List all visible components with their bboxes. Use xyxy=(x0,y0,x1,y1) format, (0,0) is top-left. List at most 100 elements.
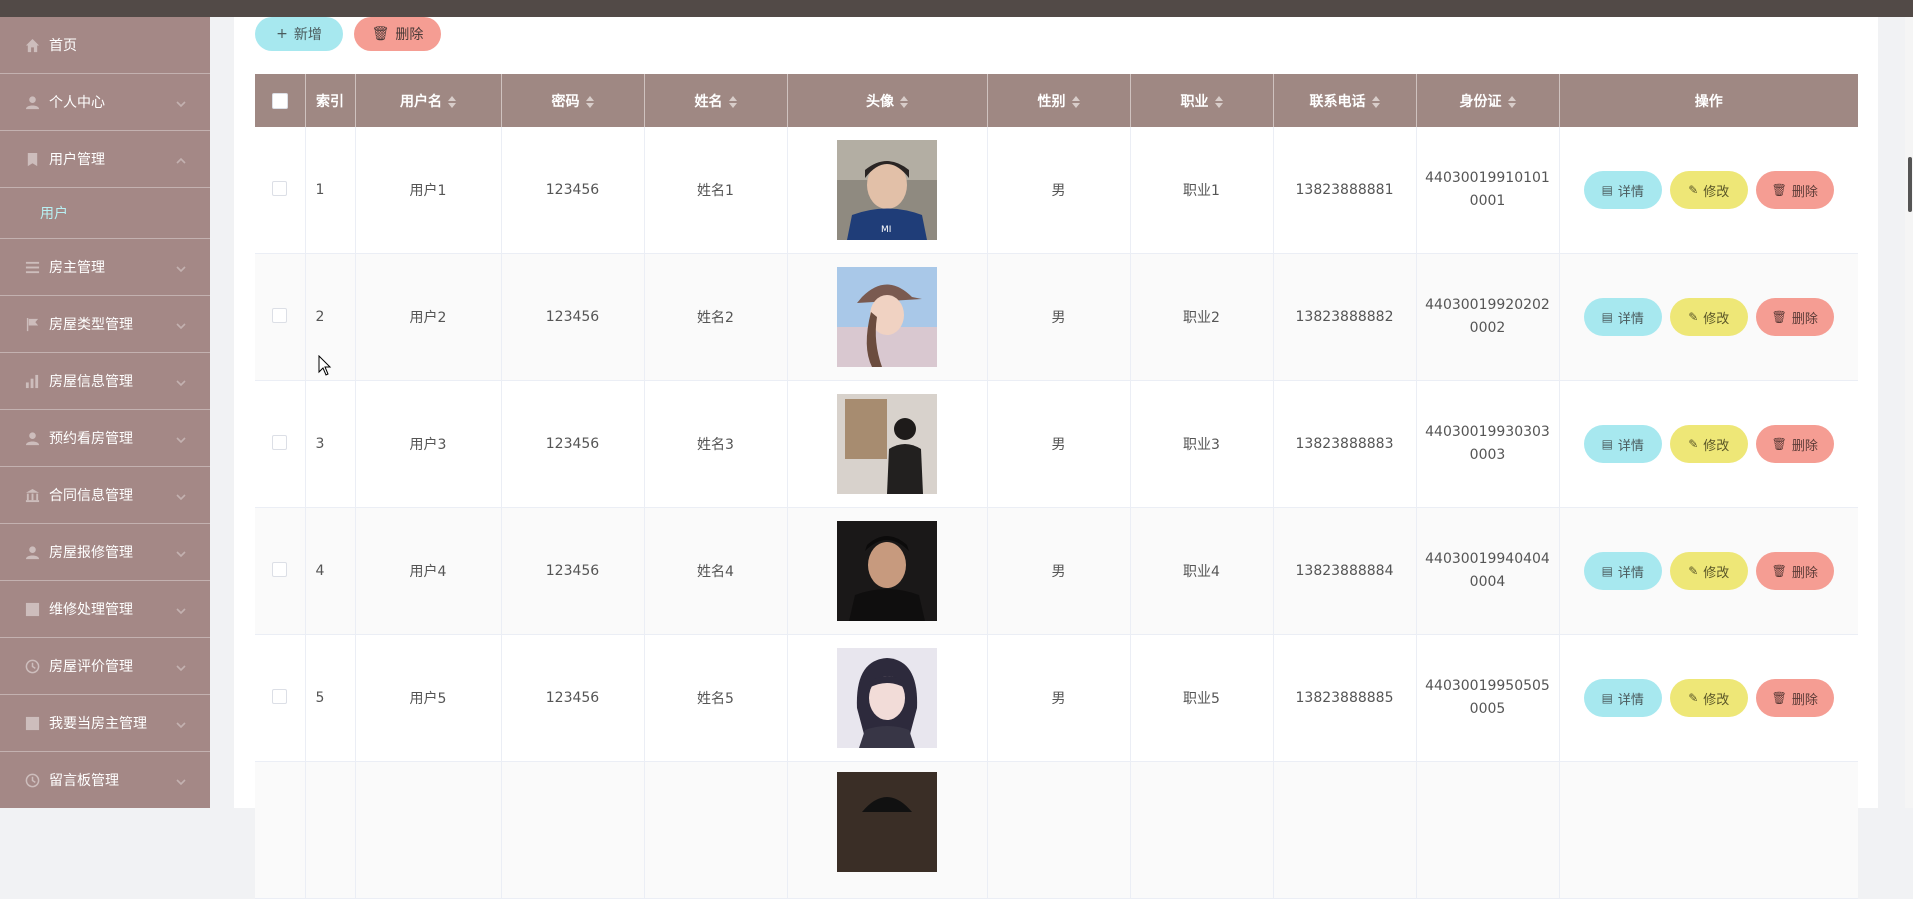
add-button-label: 新增 xyxy=(293,27,322,43)
delete-button[interactable]: 🗑 删除 xyxy=(1755,679,1834,717)
delete-button[interactable]: 🗑 删除 xyxy=(1755,552,1834,590)
edit-button[interactable]: ✎ 修改 xyxy=(1669,171,1748,209)
edit-button[interactable]: ✎ 修改 xyxy=(1669,425,1748,463)
detail-button[interactable]: ▤ 详情 xyxy=(1583,552,1662,590)
delete-button[interactable]: 🗑 删除 xyxy=(1755,298,1834,336)
user-icon xyxy=(24,94,40,110)
chevron-down-icon xyxy=(176,319,186,330)
list-icon xyxy=(24,259,40,275)
sort-icon[interactable] xyxy=(1214,95,1223,108)
sidebar-item-label: 留言板管理 xyxy=(49,773,119,789)
avatar[interactable] xyxy=(837,772,937,872)
sidebar-item-user-management[interactable]: 用户管理 xyxy=(0,131,210,188)
sort-icon[interactable] xyxy=(728,95,737,108)
sort-icon[interactable] xyxy=(900,95,908,108)
column-header-phone[interactable]: 联系电话 xyxy=(1273,74,1417,127)
sidebar-item-label: 个人中心 xyxy=(49,95,105,111)
chevron-up-icon xyxy=(176,154,186,164)
pencil-icon: ✎ xyxy=(1688,691,1699,705)
document-icon: ▤ xyxy=(1601,183,1613,197)
sidebar-item-profile[interactable]: 个人中心 xyxy=(0,74,210,131)
delete-button[interactable]: 🗑 删除 xyxy=(1755,171,1834,209)
avatar[interactable] xyxy=(837,267,937,367)
cell-name: 姓名4 xyxy=(644,507,788,635)
sort-icon[interactable] xyxy=(1371,95,1380,108)
cell-avatar: MI xyxy=(787,127,988,254)
sidebar-item-viewing-appointment-management[interactable]: 预约看房管理 xyxy=(0,410,210,467)
header-label: 职业 xyxy=(1180,93,1209,110)
sidebar-item-repair-request-management[interactable]: 房屋报修管理 xyxy=(0,524,210,581)
cell-index: 5 xyxy=(305,634,356,762)
table-row: 5 用户5 123456 姓名5 男 职业5 13823888885 44030… xyxy=(255,634,1858,762)
sidebar-item-house-review-management[interactable]: 房屋评价管理 xyxy=(0,638,210,695)
edit-button[interactable]: ✎ 修改 xyxy=(1669,552,1748,590)
sidebar-item-house-type-management[interactable]: 房屋类型管理 xyxy=(0,296,210,353)
column-header-gender[interactable]: 性别 xyxy=(987,74,1131,127)
sidebar-subitem-users[interactable]: 用户 xyxy=(0,188,210,239)
detail-button[interactable]: ▤ 详情 xyxy=(1583,679,1662,717)
add-button[interactable]: + 新增 xyxy=(255,17,343,51)
sidebar-item-landlord-management[interactable]: 房主管理 xyxy=(0,239,210,296)
detail-button[interactable]: ▤ 详情 xyxy=(1583,171,1662,209)
row-checkbox[interactable] xyxy=(272,307,288,323)
row-checkbox[interactable] xyxy=(272,688,288,704)
delete-label: 删除 xyxy=(1791,184,1818,200)
column-header-name[interactable]: 姓名 xyxy=(644,74,788,127)
trash-icon: 🗑 xyxy=(1771,183,1787,197)
edit-label: 修改 xyxy=(1703,311,1730,327)
cell-actions: ▤ 详情 ✎ 修改 🗑 删除 xyxy=(1559,127,1858,254)
cell-actions xyxy=(1559,761,1858,899)
cell-username: 用户5 xyxy=(355,634,502,762)
cell-index: 4 xyxy=(305,507,356,635)
row-checkbox-cell xyxy=(255,507,306,635)
sidebar-item-repair-processing-management[interactable]: 维修处理管理 xyxy=(0,581,210,638)
vertical-scrollbar[interactable] xyxy=(1905,17,1913,808)
avatar[interactable] xyxy=(837,394,937,494)
edit-button[interactable]: ✎ 修改 xyxy=(1669,679,1748,717)
sort-icon[interactable] xyxy=(1507,95,1516,108)
detail-button[interactable]: ▤ 详情 xyxy=(1583,298,1662,336)
clock-icon xyxy=(24,658,40,674)
sort-icon[interactable] xyxy=(1071,95,1080,108)
row-checkbox[interactable] xyxy=(272,180,288,196)
batch-delete-button[interactable]: 🗑 删除 xyxy=(354,17,441,51)
cell-username: 用户2 xyxy=(355,253,502,381)
sort-icon[interactable] xyxy=(448,95,456,108)
sidebar-item-label: 用户管理 xyxy=(49,152,105,168)
column-header-job[interactable]: 职业 xyxy=(1130,74,1274,127)
avatar[interactable] xyxy=(837,521,937,621)
sidebar-item-contract-management[interactable]: 合同信息管理 xyxy=(0,467,210,524)
sidebar-item-become-landlord-management[interactable]: 我要当房主管理 xyxy=(0,695,210,752)
sort-icon[interactable] xyxy=(585,95,594,108)
column-header-id-card[interactable]: 身份证 xyxy=(1416,74,1560,127)
delete-button[interactable]: 🗑 删除 xyxy=(1755,425,1834,463)
cell-password: 123456 xyxy=(501,380,645,508)
cell-job: 职业4 xyxy=(1130,507,1274,635)
avatar[interactable]: MI xyxy=(837,140,937,240)
cell-phone: 13823888885 xyxy=(1273,634,1417,762)
detail-button[interactable]: ▤ 详情 xyxy=(1583,425,1662,463)
grid-icon xyxy=(24,601,40,617)
cell-avatar xyxy=(787,253,988,381)
header-label: 密码 xyxy=(551,93,580,110)
sidebar-item-home[interactable]: 首页 xyxy=(0,17,210,74)
row-checkbox[interactable] xyxy=(272,561,288,577)
column-header-avatar[interactable]: 头像 xyxy=(787,74,988,127)
sidebar-item-message-board-management[interactable]: 留言板管理 xyxy=(0,752,210,808)
cell-index: 1 xyxy=(305,127,356,254)
trash-icon: 🗑 xyxy=(1771,310,1787,324)
sidebar-item-house-info-management[interactable]: 房屋信息管理 xyxy=(0,353,210,410)
cell-gender: 男 xyxy=(987,380,1131,508)
chevron-down-icon xyxy=(176,547,186,558)
sidebar-item-label: 维修处理管理 xyxy=(49,602,133,618)
select-all-checkbox[interactable] xyxy=(271,92,288,109)
row-checkbox[interactable] xyxy=(272,434,288,450)
scrollbar-thumb[interactable] xyxy=(1908,157,1912,212)
cell-name: 姓名1 xyxy=(644,127,788,254)
column-header-username[interactable]: 用户名 xyxy=(355,74,502,127)
avatar[interactable] xyxy=(837,648,937,748)
cell-password xyxy=(501,761,645,899)
trash-icon: 🗑 xyxy=(1771,691,1787,705)
column-header-password[interactable]: 密码 xyxy=(501,74,645,127)
edit-button[interactable]: ✎ 修改 xyxy=(1669,298,1748,336)
